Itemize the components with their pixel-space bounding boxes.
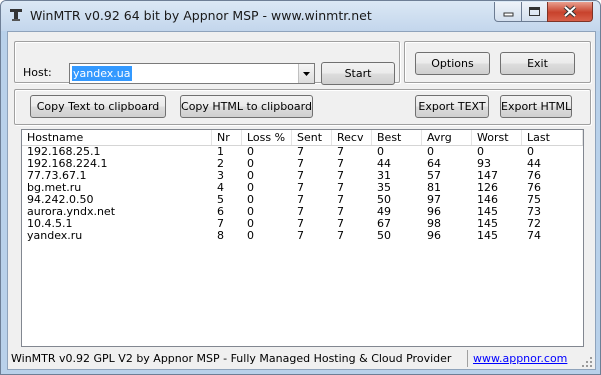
column-header-best[interactable]: Best xyxy=(372,130,422,145)
host-input-value[interactable]: yandex.ua xyxy=(72,66,132,81)
cell-worst: 145 xyxy=(477,229,498,242)
column-header-worst[interactable]: Worst xyxy=(472,130,522,145)
title-bar[interactable]: WinMTR v0.92 64 bit by Appnor MSP - www.… xyxy=(1,1,600,31)
status-separator xyxy=(467,350,468,367)
host-dropdown-button[interactable] xyxy=(298,64,314,83)
minimize-button[interactable] xyxy=(494,2,522,22)
export-html-button[interactable]: Export HTML xyxy=(500,95,572,118)
column-header-last[interactable]: Last xyxy=(522,130,583,145)
chevron-down-icon xyxy=(303,72,310,76)
appnor-link[interactable]: www.appnor.com xyxy=(473,352,567,365)
cell-recv: 7 xyxy=(337,229,344,242)
cell-sent: 7 xyxy=(297,229,304,242)
column-header-sent[interactable]: Sent xyxy=(292,130,332,145)
export-text-button[interactable]: Export TEXT xyxy=(415,95,489,118)
column-header-loss[interactable]: Loss % xyxy=(242,130,292,145)
window-title: WinMTR v0.92 64 bit by Appnor MSP - www.… xyxy=(30,8,372,23)
host-label: Host: xyxy=(23,66,52,79)
table-header: Hostname Nr Loss % Sent Recv Best Avrg Worst Las… xyxy=(22,130,583,146)
table-row[interactable]: yandex.ru 8 0 7 7 50 96 145 74 xyxy=(22,230,583,242)
cell-last: 74 xyxy=(527,229,541,242)
close-button[interactable] xyxy=(547,2,593,22)
status-text: WinMTR v0.92 GPL V2 by Appnor MSP - Full… xyxy=(11,352,452,365)
cell-best: 50 xyxy=(377,229,391,242)
options-group: Options Exit xyxy=(404,41,591,83)
host-group: Host: yandex.ua Start xyxy=(14,41,400,85)
cell-nr: 8 xyxy=(217,229,224,242)
export-group: Copy Text to clipboard Copy HTML to clip… xyxy=(14,89,591,125)
minimize-icon xyxy=(503,12,514,17)
column-header-recv[interactable]: Recv xyxy=(332,130,372,145)
cell-hostname: yandex.ru xyxy=(27,229,83,242)
maximize-button[interactable] xyxy=(521,2,548,22)
winmtr-app-icon xyxy=(10,9,22,21)
app-window: WinMTR v0.92 64 bit by Appnor MSP - www.… xyxy=(0,0,601,375)
start-button[interactable]: Start xyxy=(321,62,395,85)
column-header-avrg[interactable]: Avrg xyxy=(422,130,472,145)
cell-avrg: 96 xyxy=(427,229,441,242)
column-header-nr[interactable]: Nr xyxy=(212,130,242,145)
cell-loss: 0 xyxy=(247,229,254,242)
copy-html-button[interactable]: Copy HTML to clipboard xyxy=(180,95,313,118)
host-combobox[interactable]: yandex.ua xyxy=(69,63,315,84)
status-bar: WinMTR v0.92 GPL V2 by Appnor MSP - Full… xyxy=(8,348,595,369)
column-header-hostname[interactable]: Hostname xyxy=(22,130,212,145)
results-table[interactable]: Hostname Nr Loss % Sent Recv Best Avrg Worst Las… xyxy=(21,129,584,347)
close-icon xyxy=(563,5,577,18)
exit-button[interactable]: Exit xyxy=(500,52,575,75)
resize-grip-icon[interactable] xyxy=(581,356,593,368)
options-button[interactable]: Options xyxy=(415,52,490,75)
maximize-icon xyxy=(529,7,540,16)
copy-text-button[interactable]: Copy Text to clipboard xyxy=(30,95,166,118)
client-area: Host: yandex.ua Start Options Exit Copy … xyxy=(7,31,596,370)
